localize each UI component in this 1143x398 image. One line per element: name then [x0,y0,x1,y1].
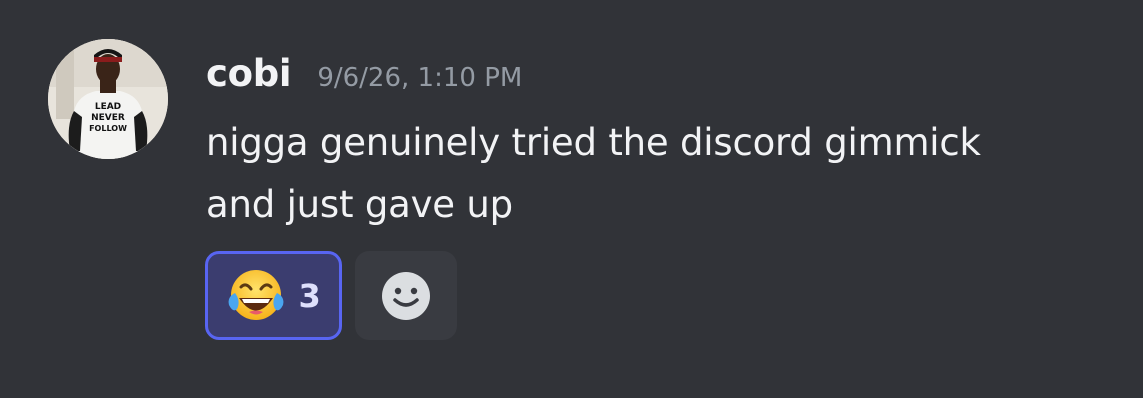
reaction-joy[interactable]: 3 [205,251,342,340]
shirt-text-line-1: LEAD [95,102,121,112]
shirt-text-line-3: FOLLOW [89,124,127,133]
message-content: nigga genuinely tried the discord gimmic… [206,112,1116,236]
message-header: cobi 9/6/26, 1:10 PM [206,52,522,102]
shirt-text-line-2: NEVER [91,113,125,123]
smiley-face-icon [382,271,430,320]
reactions-bar: 3 [205,251,457,340]
message-line: nigga genuinely tried the discord gimmic… [206,121,981,164]
timestamp[interactable]: 9/6/26, 1:10 PM [317,63,522,93]
add-reaction-button[interactable] [355,251,457,340]
avatar[interactable]: LEAD NEVER FOLLOW [48,39,168,159]
avatar-photo: LEAD NEVER FOLLOW [48,39,168,159]
chat-message: LEAD NEVER FOLLOW cobi 9/6/26, 1:10 PM n… [0,0,1143,398]
reaction-count: 3 [298,276,321,315]
message-line: and just gave up [206,183,513,226]
joy-emoji-icon [228,269,283,320]
username[interactable]: cobi [206,52,292,95]
